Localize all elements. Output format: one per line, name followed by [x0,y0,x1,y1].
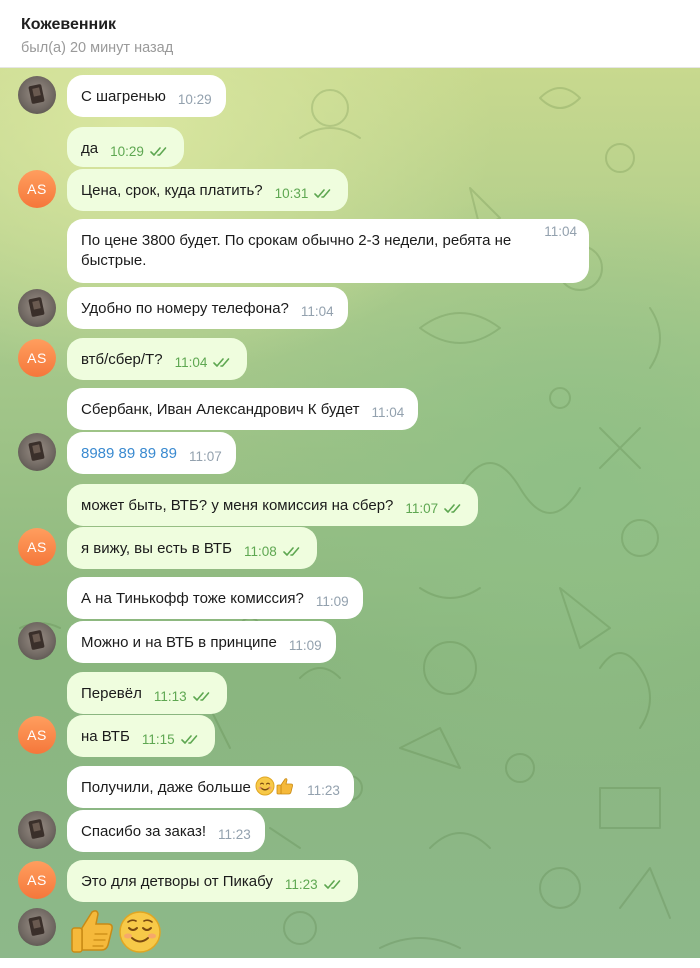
message-bubble[interactable]: может быть, ВТБ? у меня комиссия на сбер… [67,484,479,526]
chat-header[interactable]: Кожевенник был(а) 20 минут назад [0,0,700,68]
message-text: Перевёл [81,685,142,702]
avatar[interactable] [18,622,56,660]
message-text: Это для детворы от Пикабу [81,873,273,890]
message-text: А на Тинькофф тоже комиссия? [81,590,304,607]
double-check-icon [180,734,197,744]
message-bubble[interactable]: я вижу, вы есть в ВТБ 11:08 [67,527,317,569]
message-bubble[interactable]: Перевёл 11:13 [67,672,227,714]
message-time: 11:09 [315,594,349,609]
message-time: 11:04 [300,304,334,319]
message-time: 11:15 [141,732,175,747]
message-bubble[interactable]: А на Тинькофф тоже комиссия? 11:09 [67,577,363,619]
message-bubble[interactable]: Получили, даже больше 11:23 [67,766,354,808]
message-bubble[interactable]: По цене 3800 будет. По срокам обычно 2-3… [67,219,589,283]
message-bubble[interactable]: Можно и на ВТБ в принципе 11:09 [67,621,336,663]
input-bar-edge [0,958,700,968]
avatar[interactable]: AS [18,170,56,208]
message-text: Удобно по номеру телефона? [81,300,289,317]
message-text: Сбербанк, Иван Александрович К будет [81,401,360,418]
message-bubble[interactable]: втб/сбер/Т? 11:04 [67,338,248,380]
thumbs-up-emoji[interactable] [68,906,116,956]
thumbs-up-emoji [276,778,294,795]
message-bubble[interactable]: Цена, срок, куда платить? 10:31 [67,169,349,211]
avatar[interactable]: AS [18,339,56,377]
relieved-face-emoji[interactable] [118,910,162,954]
message-bubble[interactable]: да 10:29 [67,127,184,167]
message-text: на ВТБ [81,728,130,745]
message-time: 11:07 [188,449,222,464]
message-bubble[interactable]: Удобно по номеру телефона? 11:04 [67,287,348,329]
avatar[interactable] [18,433,56,471]
message-bubble[interactable]: Сбербанк, Иван Александрович К будет 11:0… [67,388,419,430]
message-time: 11:04 [371,405,405,420]
double-check-icon [444,503,461,513]
message-time: 11:23 [218,827,251,842]
double-check-icon [192,691,209,701]
contact-status: был(а) 20 минут назад [21,40,174,56]
message-text: да [81,140,99,157]
message-text: может быть, ВТБ? у меня комиссия на сбер… [81,497,394,514]
avatar[interactable] [18,811,56,849]
avatar[interactable]: AS [18,861,56,899]
message-text-line: быстрые. [81,252,147,269]
message-time: 11:09 [288,638,322,653]
smiling-face-emoji [255,776,275,796]
message-text: втб/сбер/Т? [81,351,163,368]
double-check-icon [323,879,340,889]
message-time: 10:31 [274,186,309,201]
message-text: С шагренью [81,88,166,105]
message-time: 11:13 [153,689,187,704]
double-check-icon [314,188,331,198]
message-bubble[interactable]: 8989 89 89 89 11:07 [67,432,236,474]
message-time: 11:04 [544,224,577,239]
contact-name[interactable]: Кожевенник [21,16,116,34]
message-time: 10:29 [110,144,144,159]
double-check-icon [213,357,230,367]
avatar[interactable] [18,289,56,327]
double-check-icon [150,146,167,156]
message-bubble[interactable]: Спасибо за заказ! 11:23 [67,810,265,852]
message-text: Спасибо за заказ! [81,823,206,840]
avatar[interactable] [18,908,56,946]
avatar[interactable]: AS [18,528,56,566]
avatar[interactable] [18,76,56,114]
message-text: Цена, срок, куда платить? [81,182,263,199]
message-text: Получили, даже больше [81,779,251,796]
message-text-line: По цене 3800 будет. По срокам обычно 2-3… [81,232,512,249]
message-time: 11:23 [284,877,318,892]
message-bubble[interactable]: С шагренью 10:29 [67,75,226,117]
message-time: 11:23 [307,783,340,798]
message-bubble[interactable]: на ВТБ 11:15 [67,715,215,757]
message-time: 11:08 [243,544,277,559]
double-check-icon [282,546,300,556]
message-text: я вижу, вы есть в ВТБ [81,540,232,557]
message-time: 11:04 [174,355,208,370]
avatar[interactable]: AS [18,716,56,754]
phone-link[interactable]: 8989 89 89 89 [81,445,177,462]
message-text: Можно и на ВТБ в принципе [81,634,277,651]
message-time: 10:29 [177,92,212,107]
message-time: 11:07 [405,501,439,516]
chat-area[interactable]: С шагренью 10:29 да 10:29 AS Цена, срок, к… [0,68,700,968]
message-bubble[interactable]: Это для детворы от Пикабу 11:23 [67,860,358,902]
